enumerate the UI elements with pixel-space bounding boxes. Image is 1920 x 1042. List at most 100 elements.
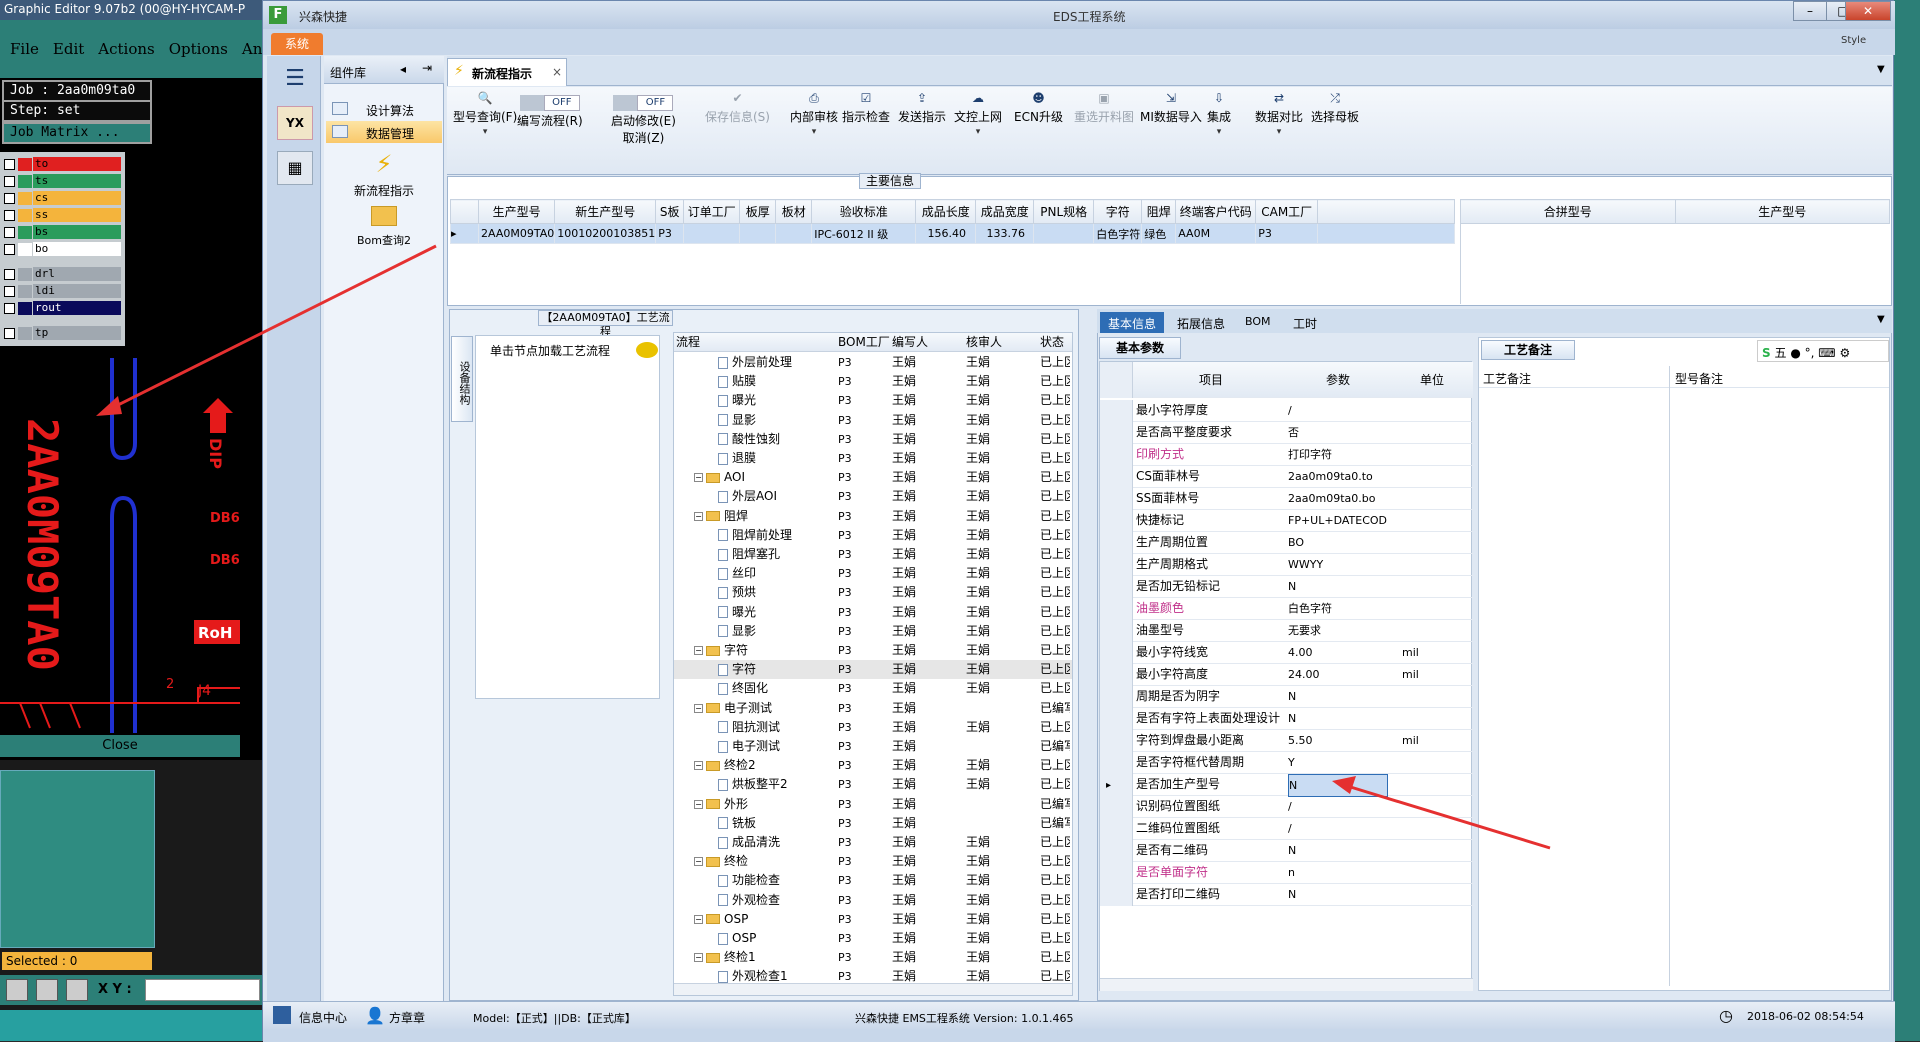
param-grid[interactable]: 项目 参数 单位 最小字符厚度 / 是否高平整度要求 否印刷方式 打印字符 CS面菲林号 2…	[1099, 361, 1473, 991]
cell[interactable]: 2AA0M09TA0	[477, 223, 556, 244]
col-header[interactable]: 板厚	[739, 199, 777, 224]
chat-bubble-icon[interactable]	[636, 342, 658, 358]
param-row[interactable]: 是否有字符上表面处理设计 N	[1100, 708, 1473, 730]
param-value[interactable]: /	[1288, 796, 1388, 817]
menu-file[interactable]: File	[10, 40, 39, 58]
collapse-icon[interactable]: −	[694, 703, 703, 713]
dropdown-icon[interactable]: ▾	[1255, 127, 1303, 137]
minimize-button[interactable]: –	[1793, 1, 1827, 21]
param-value[interactable]: N	[1288, 576, 1388, 597]
layer-row[interactable]: ss	[4, 207, 121, 223]
toolbar-button-12[interactable]: ⇄ 数据对比 ▾	[1255, 91, 1303, 137]
param-row[interactable]: 印刷方式 打印字符	[1100, 444, 1473, 466]
xy-input[interactable]	[145, 979, 260, 1001]
tree-node[interactable]: 预烘 P3 王娟 王娟 已上区	[674, 583, 1072, 602]
collapse-icon[interactable]: −	[694, 646, 703, 655]
tree-node[interactable]: − 终检1 P3 王娟 王娟 已上区	[674, 948, 1072, 967]
menu-edit[interactable]: Edit	[53, 40, 84, 58]
calculator-icon[interactable]: ▦	[277, 151, 313, 185]
tab-extended-info[interactable]: 拓展信息	[1169, 312, 1233, 333]
checkbox[interactable]	[4, 285, 15, 297]
param-row[interactable]: 是否打印二维码 N	[1100, 884, 1473, 906]
param-value[interactable]: 2aa0m09ta0.to	[1288, 466, 1388, 487]
tree-node[interactable]: 外层AOI P3 王娟 王娟 已上区	[674, 487, 1072, 506]
toggle-switch[interactable]: OFF	[517, 95, 583, 111]
tree-node[interactable]: 贴膜 P3 王娟 王娟 已上区	[674, 372, 1072, 391]
param-value[interactable]: N	[1288, 840, 1388, 861]
checkbox[interactable]	[4, 268, 15, 280]
collapse-icon[interactable]: −	[694, 953, 703, 963]
layer-row[interactable]: rout	[4, 300, 121, 316]
param-value[interactable]: N	[1288, 686, 1388, 707]
param-row[interactable]: 二维码位置图纸 /	[1100, 818, 1473, 840]
collapse-icon[interactable]: −	[694, 857, 703, 867]
tree-node[interactable]: OSP P3 王娟 王娟 已上区	[674, 929, 1072, 948]
cell[interactable]: P3	[1255, 223, 1319, 244]
toolbar-button-5[interactable]: ☑ 指示检查	[842, 91, 890, 125]
tree-node[interactable]: 铣板 P3 王娟 已编写	[674, 814, 1072, 833]
layer-row[interactable]: tp	[4, 325, 121, 341]
tree-node[interactable]: 退膜 P3 王娟 王娟 已上区	[674, 449, 1072, 468]
hamburger-icon[interactable]: ☰	[277, 64, 313, 98]
cell[interactable]	[739, 223, 777, 244]
param-row[interactable]: 是否有二维码 N	[1100, 840, 1473, 862]
cell[interactable]: AA0M	[1175, 223, 1257, 244]
toolbar-button-7[interactable]: ☁ 文控上网 ▾	[954, 91, 1002, 137]
menu-options[interactable]: Options	[169, 40, 228, 58]
col-header[interactable]: 验收标准	[811, 199, 917, 224]
param-row[interactable]: 生产周期位置 BO	[1100, 532, 1473, 554]
tree-node[interactable]: 酸性蚀刻 P3 王娟 王娟 已上区	[674, 430, 1072, 449]
col-header[interactable]: 成品宽度	[975, 199, 1035, 224]
close-button[interactable]: Close	[0, 735, 240, 757]
comp-bom-query[interactable]: Bom查询2	[334, 206, 434, 248]
tree-node[interactable]: 丝印 P3 王娟 王娟 已上区	[674, 564, 1072, 583]
col-header[interactable]: S板	[655, 199, 685, 224]
tree-node[interactable]: 阻抗测试 P3 王娟 王娟 已上区	[674, 718, 1072, 737]
cell[interactable]	[775, 223, 813, 244]
tab-close-icon[interactable]: ×	[552, 65, 562, 79]
tree-node[interactable]: 烘板整平2 P3 王娟 王娟 已上区	[674, 775, 1072, 794]
checkbox[interactable]	[4, 327, 15, 339]
param-row[interactable]: 周期是否为阴字 N	[1100, 686, 1473, 708]
yx-logo-icon[interactable]: YX	[277, 106, 313, 140]
comp-item-design[interactable]: 设计算法	[326, 98, 442, 120]
param-value[interactable]: /	[1288, 400, 1388, 421]
toolbar-button-13[interactable]: ⤮ 选择母板	[1311, 91, 1359, 125]
tool-icon-3[interactable]	[66, 979, 88, 1001]
menu-actions[interactable]: Actions	[98, 40, 154, 58]
layer-row[interactable]: ts	[4, 173, 121, 189]
ime-toolbar[interactable]: S 五 ● °, ⌨ ⚙	[1757, 340, 1889, 362]
param-row[interactable]: 快捷标记 FP+UL+DATECODE	[1100, 510, 1473, 532]
tree-node[interactable]: 电子测试 P3 王娟 已编写	[674, 737, 1072, 756]
param-row[interactable]: 是否高平整度要求 否	[1100, 422, 1473, 444]
param-row[interactable]: 最小字符线宽 4.00 mil	[1100, 642, 1473, 664]
tree-node[interactable]: − 外形 P3 王娟 已编写	[674, 795, 1072, 814]
dropdown-icon[interactable]: ▾	[790, 127, 838, 137]
checkbox[interactable]	[4, 175, 15, 187]
cell[interactable]: 10010200103851	[554, 223, 657, 244]
param-value[interactable]: Y	[1288, 752, 1388, 773]
table-row[interactable]: ▸ 2AA0M09TA0 10010200103851 P3 IPC-6012 II 级…	[450, 223, 1455, 244]
toggle-switch[interactable]: OFF	[611, 95, 676, 111]
h-scrollbar[interactable]	[674, 983, 1072, 995]
param-value[interactable]: WWYY	[1288, 554, 1388, 575]
vertical-tab-device[interactable]: 设备结构	[451, 336, 473, 422]
toolbar-button-10[interactable]: ⇲ MI数据导入	[1140, 91, 1202, 125]
param-row[interactable]: 是否加无铅标记 N	[1100, 576, 1473, 598]
toolbar-button-6[interactable]: ⇪ 发送指示	[898, 91, 946, 125]
param-value[interactable]: 白色字符	[1288, 598, 1388, 619]
toolbar-button-4[interactable]: ⎙ 内部审核 ▾	[790, 91, 838, 137]
param-value[interactable]: 否	[1288, 422, 1388, 443]
collapse-icon[interactable]: ◂	[400, 62, 406, 76]
toolbar-button-label2[interactable]: 取消(Z)	[623, 131, 665, 145]
layer-row[interactable]: ldi	[4, 283, 121, 299]
param-value[interactable]: FP+UL+DATECODE	[1288, 510, 1388, 531]
cell[interactable]	[1033, 223, 1095, 244]
param-row[interactable]: SS面菲林号 2aa0m09ta0.bo	[1100, 488, 1473, 510]
layer-row[interactable]: bo	[4, 241, 121, 257]
tree-node[interactable]: 曝光 P3 王娟 王娟 已上区	[674, 391, 1072, 410]
tool-icon-1[interactable]	[6, 979, 28, 1001]
col-header[interactable]: PNL规格	[1033, 199, 1095, 224]
tab-basic-info[interactable]: 基本信息	[1100, 312, 1165, 333]
cell[interactable]	[683, 223, 741, 244]
